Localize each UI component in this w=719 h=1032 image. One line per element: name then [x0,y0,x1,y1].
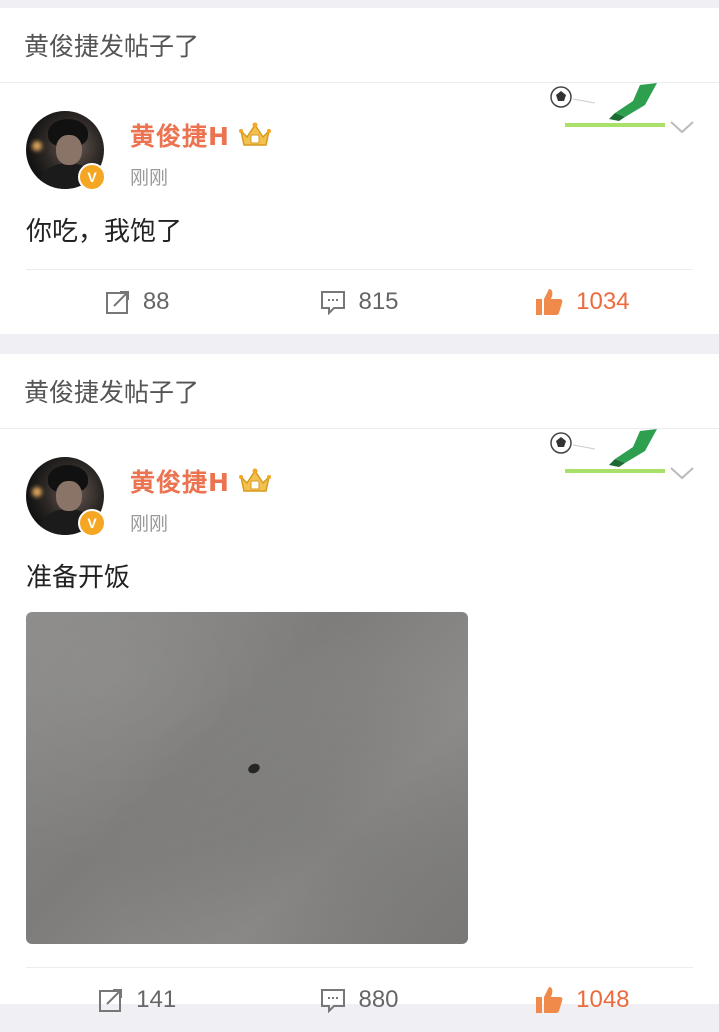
avatar[interactable]: V [26,457,106,537]
soccer-decoration-icon [550,429,665,473]
weibo-feed: 黄俊捷发帖子了 V 黄俊捷H 刚刚 你吃，我饱了 88 815 1034 黄俊捷… [0,0,719,1013]
post[interactable]: V 黄俊捷H 刚刚 [0,83,719,335]
comment-button[interactable]: 880 [248,968,470,1032]
comment-button[interactable]: 815 [248,270,470,334]
action-bar: 141 880 1048 [26,967,693,1032]
verified-badge-icon: V [78,163,106,191]
card-header: 黄俊捷发帖子了 [0,8,719,83]
like-icon [536,289,563,315]
repost-button[interactable]: 141 [26,968,248,1032]
repost-count: 88 [142,288,170,315]
comment-icon [321,989,346,1013]
post-text: 你吃，我饱了 [26,217,183,247]
repost-button[interactable]: 88 [26,270,248,334]
repost-icon [99,989,123,1012]
soccer-decoration-icon [550,83,665,127]
feed-card: 黄俊捷发帖子了 V 黄俊捷H [0,354,719,1013]
like-count: 1034 [576,288,630,315]
post-time: 刚刚 [130,167,169,189]
comment-icon [321,291,346,315]
chevron-down-icon[interactable] [668,117,696,137]
verified-badge-icon: V [78,509,106,537]
like-button[interactable]: 1048 [471,968,693,1032]
post-time: 刚刚 [130,513,169,535]
repost-icon [105,291,129,314]
card-header: 黄俊捷发帖子了 [0,354,719,429]
repost-count: 141 [136,986,177,1013]
like-icon [536,987,563,1013]
like-button[interactable]: 1034 [471,270,693,334]
comment-count: 815 [358,288,399,315]
crown-icon [238,468,271,492]
post-text: 准备开饭 [26,563,131,593]
like-count: 1048 [576,986,630,1013]
post-image[interactable] [26,612,468,944]
crown-icon [238,122,271,146]
author-name[interactable]: 黄俊捷H [130,117,230,153]
action-bar: 88 815 1034 [26,269,693,334]
avatar[interactable]: V [26,111,106,191]
post[interactable]: V 黄俊捷H 刚刚 [0,429,719,1013]
comment-count: 880 [358,986,399,1013]
chevron-down-icon[interactable] [668,463,696,483]
author-name[interactable]: 黄俊捷H [130,463,230,499]
feed-card: 黄俊捷发帖子了 V 黄俊捷H [0,8,719,334]
